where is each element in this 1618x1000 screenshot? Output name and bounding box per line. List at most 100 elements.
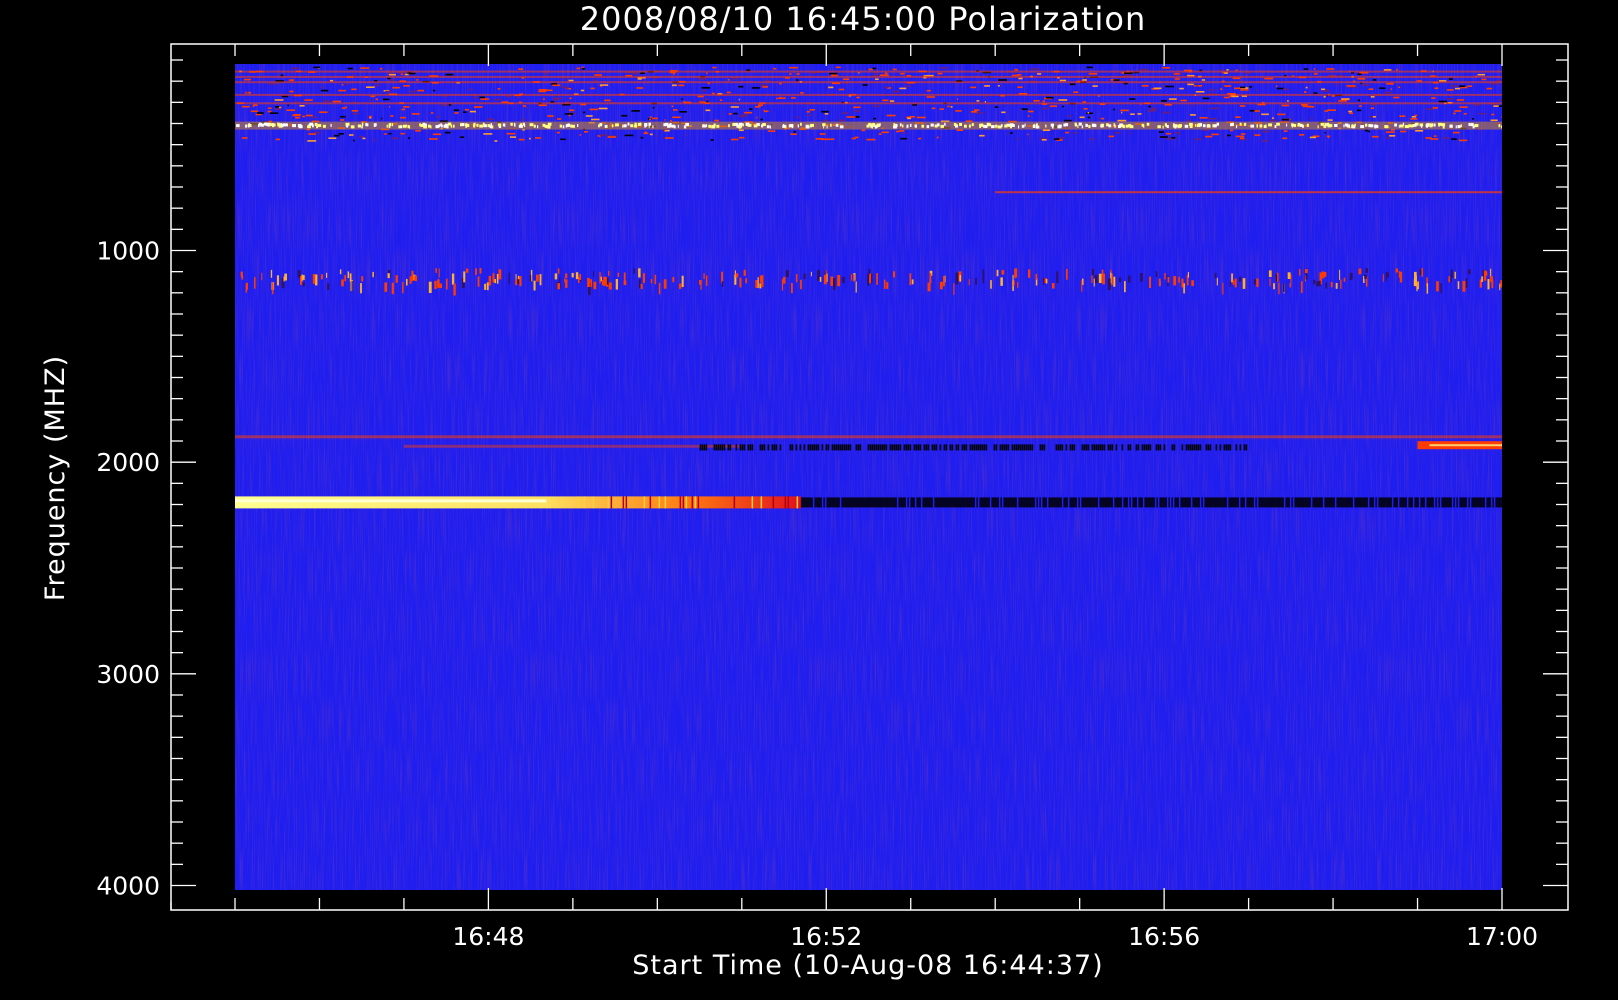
line-speck bbox=[1398, 124, 1400, 128]
absorption-gap bbox=[1367, 496, 1370, 509]
rfi-speck bbox=[400, 116, 406, 119]
rfi-speck bbox=[1042, 107, 1047, 110]
rfi-speck bbox=[1174, 132, 1181, 134]
black-speck bbox=[1039, 444, 1042, 451]
spotty-speck bbox=[276, 275, 279, 286]
rfi-speck bbox=[884, 86, 889, 88]
spotty-speck bbox=[640, 283, 643, 290]
black-speck bbox=[1057, 444, 1060, 451]
spotty-speck bbox=[438, 268, 440, 278]
line-speck bbox=[1195, 123, 1197, 127]
rfi-speck bbox=[756, 116, 758, 119]
emission-speck bbox=[682, 496, 685, 509]
black-speck bbox=[759, 444, 762, 451]
rfi-speck bbox=[384, 90, 392, 93]
spotty-speck bbox=[1234, 278, 1237, 288]
black-speck bbox=[963, 444, 966, 451]
line-speck bbox=[544, 124, 548, 128]
rfi-speck bbox=[1454, 87, 1461, 90]
black-speck bbox=[699, 444, 702, 451]
spotty-speck bbox=[272, 282, 274, 295]
rfi-speck bbox=[881, 131, 889, 134]
absorption-gap bbox=[998, 496, 1001, 509]
line-speck bbox=[809, 124, 812, 128]
absorption-gap bbox=[1469, 496, 1472, 509]
x-tick-label: 16:56 bbox=[1128, 922, 1200, 951]
spotty-speck bbox=[703, 273, 705, 280]
rfi-speck bbox=[538, 89, 547, 91]
rfi-speck bbox=[497, 88, 501, 90]
rfi-speck bbox=[841, 112, 849, 114]
rfi-speck bbox=[732, 77, 739, 80]
spotty-speck bbox=[1339, 269, 1341, 280]
spotty-speck bbox=[1098, 273, 1102, 283]
line-speck bbox=[1146, 122, 1150, 126]
rfi-speck bbox=[1059, 79, 1067, 82]
absorption-gap bbox=[1112, 496, 1115, 509]
line-speck bbox=[441, 124, 443, 128]
rfi-speck bbox=[640, 72, 645, 74]
line-speck bbox=[1286, 123, 1288, 127]
line-speck bbox=[706, 124, 708, 128]
line-speck bbox=[1334, 124, 1338, 127]
spotty-speck bbox=[909, 273, 912, 286]
spotty-speck bbox=[414, 275, 417, 282]
absorption-gap bbox=[908, 496, 911, 509]
spotty-speck bbox=[451, 273, 455, 285]
line-speck bbox=[373, 124, 376, 127]
black-speck bbox=[831, 444, 834, 451]
y-tick-label: 4000 bbox=[96, 872, 160, 901]
rfi-speck bbox=[1361, 84, 1370, 86]
rfi-speck bbox=[581, 66, 584, 69]
spotty-speck bbox=[564, 277, 566, 283]
rfi-speck bbox=[749, 108, 753, 110]
rfi-speck bbox=[1410, 118, 1418, 120]
spotty-speck bbox=[1242, 278, 1246, 289]
spotty-speck bbox=[1454, 271, 1456, 279]
line-speck bbox=[365, 123, 368, 127]
spotty-speck bbox=[1253, 279, 1256, 285]
rfi-speck bbox=[1368, 130, 1370, 133]
black-speck bbox=[713, 444, 716, 451]
spotty-speck bbox=[735, 273, 739, 278]
line-speck bbox=[742, 123, 744, 127]
rfi-speck bbox=[1058, 99, 1068, 101]
spotty-speck bbox=[1343, 277, 1346, 282]
rfi-speck bbox=[636, 87, 643, 89]
rfi-speck bbox=[950, 106, 953, 108]
absorption-gap bbox=[1310, 496, 1313, 509]
line-speck bbox=[1498, 124, 1501, 128]
rfi-speck bbox=[568, 79, 574, 82]
rfi-speck bbox=[1269, 119, 1277, 122]
black-speck bbox=[723, 444, 726, 451]
black-speck bbox=[975, 444, 978, 451]
spotty-speck bbox=[606, 277, 609, 285]
line-speck bbox=[622, 124, 624, 128]
spotty-speck bbox=[1365, 268, 1368, 273]
rfi-speck bbox=[1326, 68, 1335, 70]
black-speck bbox=[1021, 444, 1024, 451]
line-speck bbox=[1243, 122, 1247, 126]
spotty-speck bbox=[395, 275, 398, 283]
spotty-speck bbox=[327, 283, 330, 290]
spotty-speck bbox=[1324, 272, 1327, 277]
rfi-speck bbox=[430, 112, 434, 114]
spotty-speck bbox=[339, 269, 342, 275]
rfi-speck bbox=[879, 74, 889, 76]
line-speck bbox=[1045, 124, 1047, 128]
black-speck bbox=[795, 444, 798, 451]
black-speck bbox=[1171, 444, 1174, 451]
spotty-speck bbox=[1269, 278, 1271, 287]
spotty-speck bbox=[1325, 282, 1328, 289]
line-speck bbox=[473, 124, 476, 128]
spotty-speck bbox=[996, 269, 999, 277]
spotty-speck bbox=[608, 271, 610, 276]
rfi-speck bbox=[1113, 79, 1120, 81]
rfi-speck bbox=[714, 119, 719, 122]
line-speck bbox=[980, 123, 984, 127]
rfi-speck bbox=[1050, 134, 1052, 137]
rfi-speck bbox=[268, 107, 272, 109]
line-speck bbox=[766, 125, 770, 129]
line-speck bbox=[1421, 124, 1423, 128]
black-speck bbox=[1003, 444, 1006, 451]
